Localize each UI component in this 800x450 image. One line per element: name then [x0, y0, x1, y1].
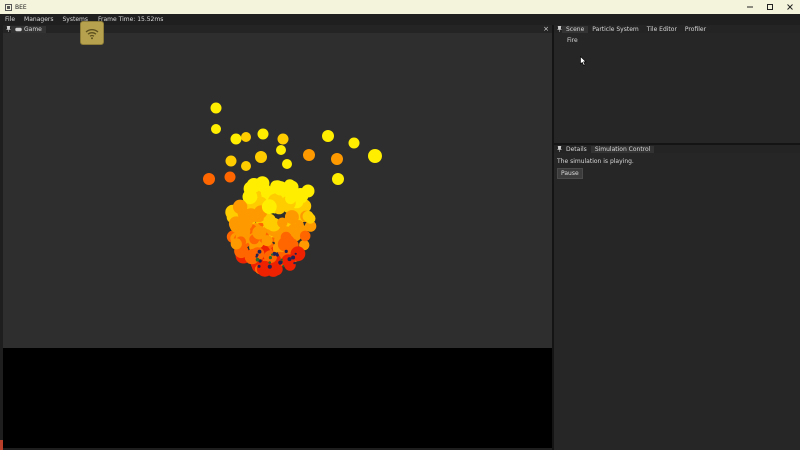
tab-game-label: Game [24, 25, 42, 33]
fire-particle [268, 261, 272, 264]
fire-particle [271, 253, 274, 256]
fire-particle [268, 256, 272, 260]
fire-particle [263, 215, 277, 230]
fire-particle [238, 215, 253, 231]
scene-tree: Fire [554, 33, 800, 143]
fire-particle [241, 132, 251, 142]
mouse-cursor-icon [580, 55, 587, 68]
fire-particle [282, 159, 292, 169]
simulation-control-body: The simulation is playing. Pause [554, 154, 800, 450]
fire-particle [368, 149, 382, 163]
game-panel: Game × [3, 25, 552, 448]
scene-tab-row: Scene Particle System Tile Editor Profil… [554, 25, 800, 33]
fire-particle [272, 251, 277, 256]
fire-particle [255, 257, 260, 262]
window-edge-marker [0, 440, 3, 450]
fire-particle [280, 258, 283, 261]
tab-particle-system[interactable]: Particle System [588, 26, 642, 33]
tab-simulation-control[interactable]: Simulation Control [590, 145, 655, 153]
fire-particle [276, 145, 286, 155]
fire-particle [291, 255, 296, 260]
tab-details[interactable]: Details [562, 146, 591, 153]
fire-particle [252, 225, 267, 240]
fire-particle [294, 252, 297, 255]
fire-particle [287, 257, 292, 262]
fire-particle [278, 260, 283, 265]
fire-particle [305, 213, 316, 224]
tab-scene[interactable]: Scene [562, 25, 589, 33]
title-bar: BEE [0, 0, 800, 14]
menu-bar: File Managers Systems Frame Time: 15.52m… [0, 14, 800, 25]
fire-particle [348, 137, 360, 149]
menu-managers[interactable]: Managers [24, 16, 53, 23]
fire-particle [261, 199, 277, 215]
fire-particle [230, 238, 242, 250]
details-panel: Details Simulation Control The simulatio… [554, 145, 800, 450]
scene-panel: Scene Particle System Tile Editor Profil… [554, 25, 800, 143]
tab-tile-editor[interactable]: Tile Editor [643, 26, 681, 33]
fire-particle [299, 230, 311, 242]
fire-particle [241, 161, 251, 171]
maximize-icon[interactable] [760, 0, 780, 14]
window-title: BEE [15, 3, 27, 11]
fire-particle [332, 173, 344, 185]
tab-profiler[interactable]: Profiler [681, 26, 710, 33]
fire-particle [331, 153, 343, 165]
pause-button[interactable]: Pause [557, 168, 583, 179]
minimize-icon[interactable] [740, 0, 760, 14]
close-icon[interactable] [780, 0, 800, 14]
fire-particle [225, 155, 237, 167]
simulation-status-text: The simulation is playing. [557, 158, 634, 165]
fire-particle [230, 133, 242, 145]
frame-time-readout: Frame Time: 15.52ms [97, 16, 164, 23]
particle-effect [203, 102, 382, 277]
fire-particle [257, 264, 261, 268]
app-icon [4, 3, 12, 11]
wifi-icon[interactable] [80, 21, 104, 45]
fire-particle [257, 128, 269, 140]
fire-particle [270, 180, 282, 192]
fire-particle [224, 171, 236, 183]
fire-particle [210, 102, 222, 114]
fire-particle [303, 149, 315, 161]
tab-game[interactable]: Game [11, 25, 46, 33]
fire-particle [267, 264, 272, 269]
fire-particle [211, 124, 221, 134]
fire-particle [285, 193, 297, 205]
fire-particle [255, 151, 267, 163]
fire-particle [322, 130, 334, 142]
fire-particle [277, 237, 292, 252]
fire-particle [257, 249, 262, 254]
fire-particle [203, 173, 215, 185]
fire-particle [282, 264, 285, 267]
menu-file[interactable]: File [5, 16, 15, 23]
gamepad-icon [15, 27, 22, 31]
scene-tree-item-fire[interactable]: Fire [567, 37, 578, 44]
fire-particle [284, 249, 288, 253]
close-panel-icon[interactable]: × [543, 25, 549, 33]
viewport-empty-area [3, 348, 552, 448]
fire-particle [293, 262, 296, 265]
fire-particle [255, 255, 258, 258]
fire-particle [277, 133, 289, 145]
details-tab-row: Details Simulation Control [554, 145, 800, 153]
fire-particle [276, 252, 279, 255]
fire-particle [246, 178, 262, 193]
game-viewport[interactable] [3, 33, 552, 348]
fire-particle [277, 217, 288, 228]
fire-particle [288, 223, 301, 236]
